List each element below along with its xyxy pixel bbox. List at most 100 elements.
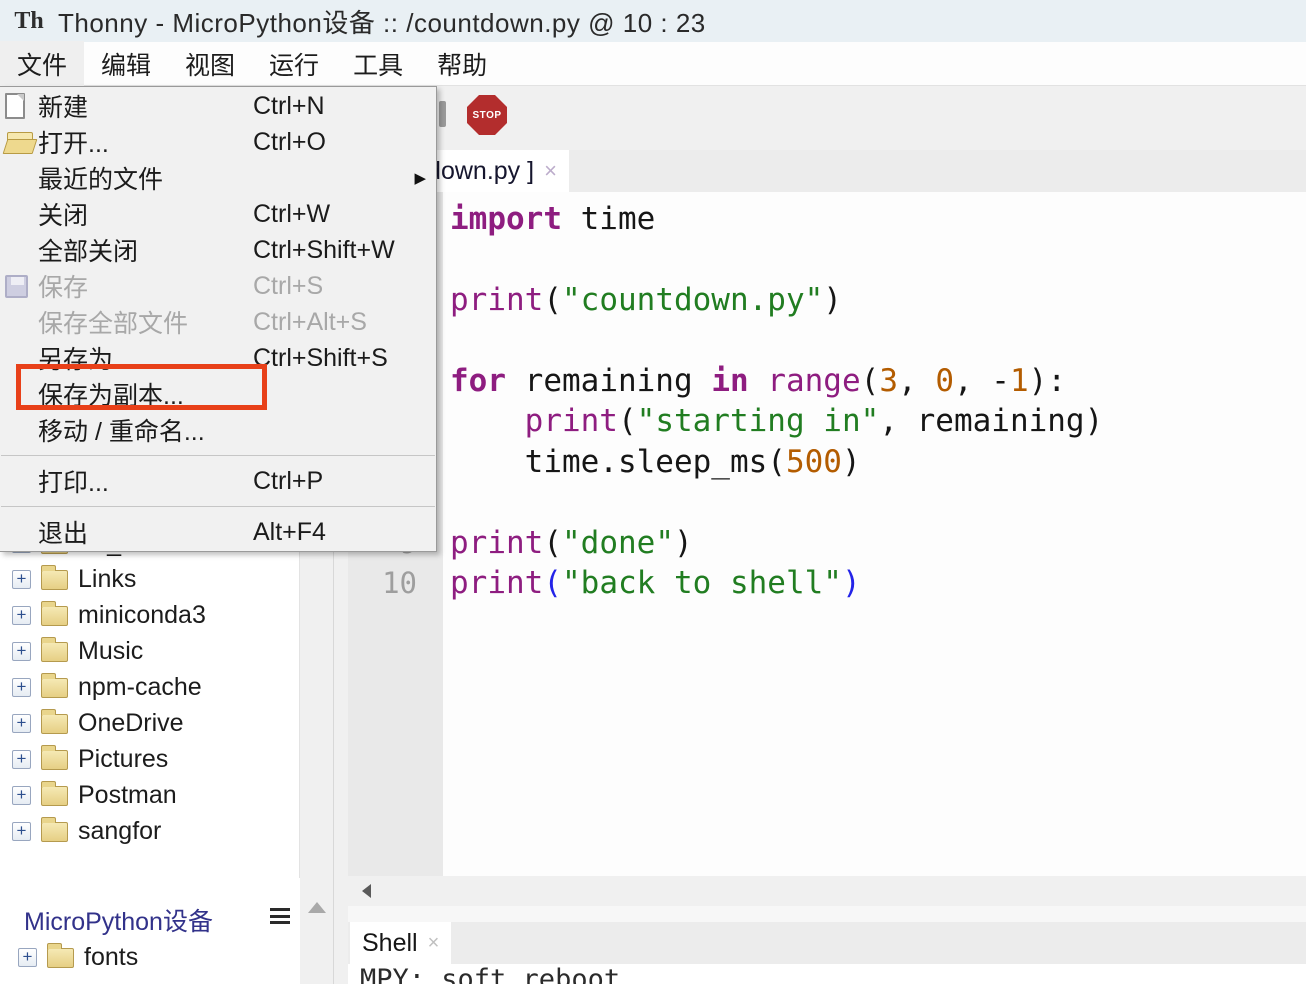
menu-item-[interactable]: 打开...Ctrl+O [0, 124, 436, 160]
stop-button[interactable]: STOP [467, 95, 507, 135]
new-file-icon [5, 93, 25, 119]
code-token: "countdown.py" [562, 282, 823, 318]
expand-plus-icon[interactable]: + [12, 678, 31, 697]
tree-item-Music[interactable]: +Music [0, 634, 298, 670]
tree-item-sangfor[interactable]: + sangfor [0, 814, 298, 850]
code-token: ( [618, 403, 637, 439]
code-token: print [450, 525, 543, 561]
code-token: 0 [935, 363, 954, 399]
code-line: print("done") [450, 523, 693, 563]
menu-item-label: 退出 [38, 514, 88, 550]
expand-plus-icon[interactable]: + [12, 606, 31, 625]
expand-plus-icon[interactable]: + [12, 714, 31, 733]
shell-tab-label: Shell [362, 929, 418, 958]
menu-item-[interactable]: 退出Alt+F4 [0, 514, 436, 550]
code-token: time.sleep_ms( [450, 444, 786, 480]
folder-icon [47, 948, 74, 968]
folder-icon [41, 642, 68, 662]
menu-separator [1, 455, 435, 456]
shell-gap [348, 906, 1306, 922]
device-item-fonts[interactable]: +fonts [6, 940, 304, 976]
expand-plus-icon[interactable]: + [12, 570, 31, 589]
code-token: "done" [562, 525, 674, 561]
menubar-item-视图[interactable]: 视图 [168, 41, 252, 87]
thonny-window: Th Thonny - MicroPython设备 :: /countdown.… [0, 0, 1306, 984]
expand-plus-icon[interactable]: + [18, 948, 37, 967]
device-panel-title: MicroPython设备 [24, 902, 213, 938]
menu-item-shortcut: Ctrl+Shift+W [253, 236, 395, 265]
menu-open-folder-icon [5, 129, 35, 151]
tree-item-label: Postman [78, 781, 177, 810]
code-line: print("countdown.py") [450, 280, 842, 320]
menu-item-: 保存全部文件Ctrl+Alt+S [0, 304, 436, 340]
menu-separator [1, 506, 435, 507]
code-token: ) [823, 282, 842, 318]
menu-item-[interactable]: 打印...Ctrl+P [0, 463, 436, 499]
menu-item-[interactable]: 关闭Ctrl+W [0, 196, 436, 232]
menu-item-[interactable]: 全部关闭 Ctrl+Shift+W [0, 232, 436, 268]
code-line: for remaining in range(3, 0, -1): [450, 361, 1066, 401]
code-line: print("back to shell") [450, 563, 861, 603]
menu-item-[interactable]: 新建Ctrl+N [0, 88, 436, 124]
expand-plus-icon[interactable]: + [12, 642, 31, 661]
code-line: print("starting in", remaining) [450, 401, 1103, 441]
folder-icon [41, 786, 68, 806]
tree-item-OneDrive[interactable]: +OneDrive [0, 706, 298, 742]
hamburger-menu-icon[interactable] [270, 908, 290, 924]
scroll-left-icon[interactable] [362, 884, 371, 898]
menu-item-[interactable]: 移动 / 重命名... [0, 412, 436, 448]
scroll-up-icon[interactable] [308, 902, 326, 913]
code-line: import time [450, 199, 655, 239]
expand-plus-icon[interactable]: + [12, 786, 31, 805]
code-token: ): [1029, 363, 1066, 399]
expand-plus-icon[interactable]: + [12, 822, 31, 841]
tree-item-npm-cache[interactable]: +npm-cache [0, 670, 298, 706]
tree-item-Postman[interactable]: + Postman [0, 778, 298, 814]
menubar-item-运行[interactable]: 运行 [252, 41, 336, 87]
shell-output-line: MPY: soft reboot [360, 964, 620, 984]
submenu-arrow-icon: ▶ [414, 169, 426, 187]
shell-tab-close-icon[interactable]: × [428, 932, 440, 955]
menubar-item-工具[interactable]: 工具 [336, 41, 420, 87]
code-token: ) [842, 444, 861, 480]
menu-item-label: 保存 [38, 268, 88, 304]
menubar-item-帮助[interactable]: 帮助 [420, 41, 504, 87]
tree-item-label: Links [78, 565, 136, 594]
menu-item-[interactable]: 最近的文件 ▶ [0, 160, 436, 196]
code-token: range [767, 363, 860, 399]
tree-item-label: sangfor [78, 817, 161, 846]
device-panel-header: MicroPython设备 [6, 892, 300, 940]
save-icon [5, 275, 28, 298]
menu-item-label: 最近的文件 [38, 160, 163, 196]
code-editor[interactable]: 12345678910 import timeprint("countdown.… [348, 192, 1306, 876]
code-token: ( [543, 282, 562, 318]
menubar-item-文件[interactable]: 文件 [0, 41, 84, 87]
tab-close-icon[interactable]: × [544, 158, 557, 184]
expand-plus-icon[interactable]: + [12, 750, 31, 769]
code-token: import [450, 201, 562, 237]
menu-item-shortcut: Ctrl+P [253, 467, 323, 496]
menubar-item-编辑[interactable]: 编辑 [84, 41, 168, 87]
shell-tab[interactable]: Shell × [350, 922, 451, 964]
code-token [450, 403, 525, 439]
shell-tab-strip [348, 922, 1306, 964]
menu-item-label: 全部关闭 [38, 232, 138, 268]
menu-bar: 文件编辑视图运行工具帮助 [0, 42, 1306, 86]
code-token: in [711, 363, 748, 399]
tree-item-Pictures[interactable]: +Pictures [0, 742, 298, 778]
folder-icon [41, 570, 68, 590]
code-token: time [562, 201, 655, 237]
panel-sash[interactable] [333, 548, 334, 984]
horizontal-scrollbar[interactable] [348, 876, 1306, 906]
clipped-toolbar-icon[interactable] [439, 101, 446, 127]
menu-item-shortcut: Ctrl+N [253, 92, 325, 121]
folder-icon [41, 714, 68, 734]
shell-output[interactable]: MPY: soft reboot [348, 964, 1306, 984]
file-menu-dropdown: 新建Ctrl+N打开...Ctrl+O最近的文件 ▶ 关闭Ctrl+W全部关闭 Ctr… [0, 86, 437, 552]
menu-item-shortcut: Ctrl+S [253, 272, 323, 301]
thonny-logo-icon: Th [14, 6, 44, 36]
menu-new-file-icon [5, 93, 25, 119]
code-token: , [898, 363, 935, 399]
tree-item-miniconda3[interactable]: +miniconda3 [0, 598, 298, 634]
tree-item-Links[interactable]: + Links [0, 562, 298, 598]
